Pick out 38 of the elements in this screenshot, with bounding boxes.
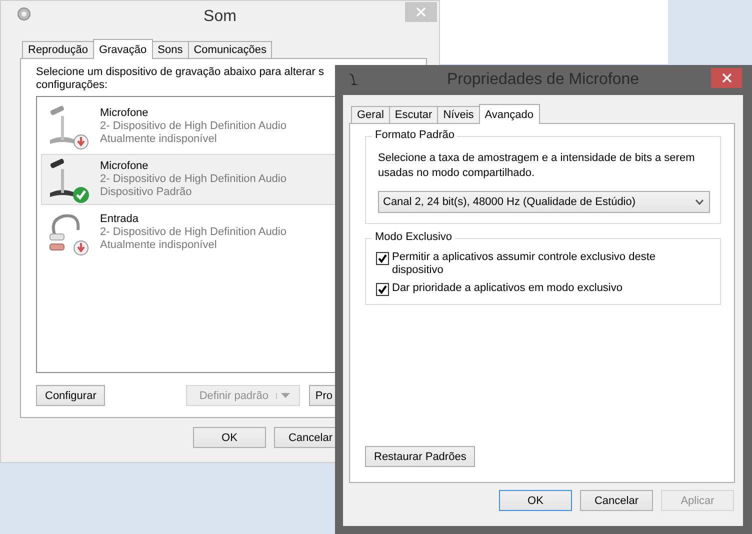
tab[interactable]: Gravação <box>92 39 153 59</box>
instruction-text: configurações: <box>36 79 109 92</box>
default-button[interactable]: OK <box>499 490 572 511</box>
instruction-text: Selecione um dispositivo de gravação abaixo para alterar s <box>36 66 325 79</box>
configure-button[interactable]: Configurar <box>36 385 106 406</box>
close-button[interactable] <box>711 68 742 88</box>
checkbox-label: Permitir a aplicativos assumir controle exclusivo deste dispositivo <box>392 251 656 277</box>
restore-defaults-button[interactable]: Restaurar Padrões <box>365 446 476 467</box>
checkbox[interactable] <box>376 283 389 296</box>
checkbox[interactable] <box>376 252 389 265</box>
device-driver: 2- Dispositivo de High Definition Audio <box>100 226 286 239</box>
group-heading: Modo Exclusivo <box>372 231 456 243</box>
close-icon <box>722 73 732 83</box>
device-name: Entrada <box>100 213 140 226</box>
microphone-icon <box>347 71 361 87</box>
device-status: Dispositivo Padrão <box>100 186 193 199</box>
caret-icon <box>281 392 290 398</box>
window-title: Propriedades de Microfone <box>446 71 640 89</box>
device-name: Microfone <box>100 107 150 120</box>
tab[interactable]: Geral <box>351 106 390 123</box>
checkmark-icon <box>378 254 387 263</box>
device-status: Atualmente indisponível <box>100 133 218 146</box>
format-dropdown[interactable]: Canal 2, 24 bit(s), 48000 Hz (Qualidade de Estúdio) <box>378 191 710 213</box>
dialog-button[interactable]: OK <box>193 427 266 448</box>
device-status: Atualmente indisponível <box>100 239 218 252</box>
group-heading: Formato Padrão <box>372 129 458 141</box>
checkmark-icon <box>378 285 387 294</box>
tab[interactable]: Reprodução <box>22 41 94 58</box>
close-icon <box>416 7 426 17</box>
device-name: Microfone <box>100 160 150 173</box>
window-title: Som <box>204 8 236 26</box>
checkbox-label: Dar prioridade a aplicativos em modo exclusivo <box>392 282 622 295</box>
dialog-button[interactable]: Cancelar <box>580 490 653 511</box>
device-driver: 2- Dispositivo de High Definition Audio <box>100 120 286 133</box>
device-driver: 2- Dispositivo de High Definition Audio <box>100 173 286 186</box>
tab[interactable]: Avançado <box>478 104 540 124</box>
chevron-down-icon <box>695 199 704 205</box>
tab[interactable]: Comunicações <box>188 41 272 58</box>
